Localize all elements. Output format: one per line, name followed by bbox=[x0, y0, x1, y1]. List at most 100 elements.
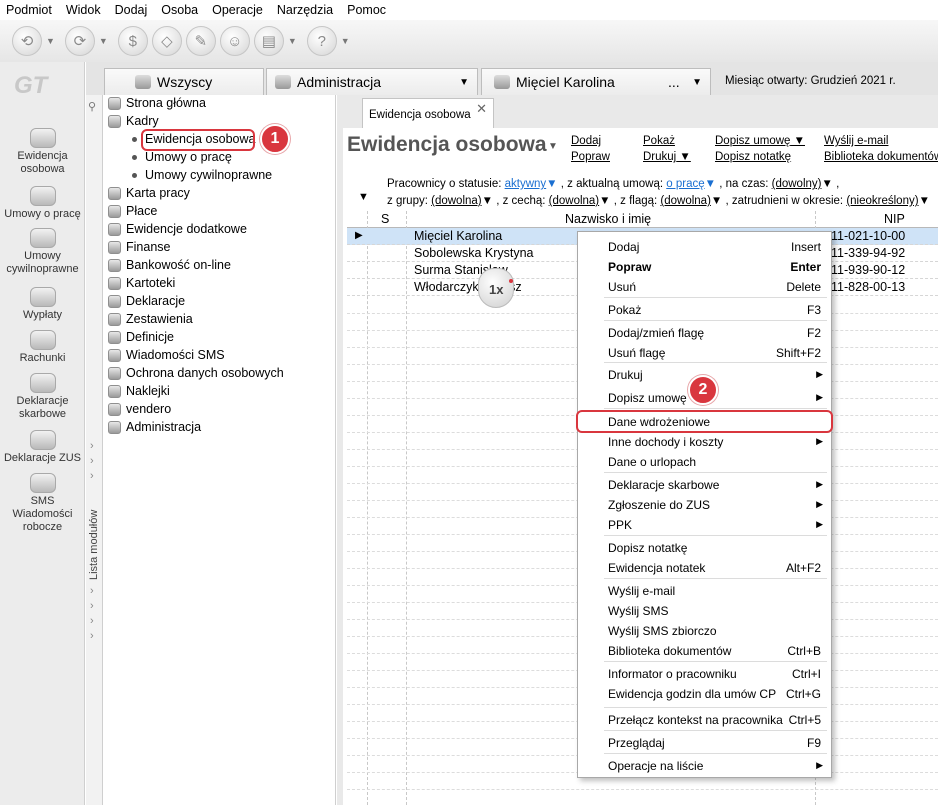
close-icon[interactable]: ✕ bbox=[476, 101, 487, 117]
sidebar-item-wyplaty[interactable]: Wypłaty bbox=[0, 287, 85, 322]
printer-icon[interactable]: ▤ bbox=[253, 26, 284, 56]
tree-item-wiadomosci-sms[interactable]: Wiadomości SMS bbox=[108, 348, 225, 362]
chevron-right-icon[interactable]: › bbox=[90, 630, 94, 642]
chevron-down-icon[interactable]: ▼ bbox=[711, 195, 722, 207]
menu-widok[interactable]: Widok bbox=[66, 3, 101, 17]
context-menu-item[interactable]: Dane o urlopach bbox=[578, 452, 831, 471]
context-menu-item[interactable]: Deklaracje skarbowe ▶ bbox=[578, 475, 831, 494]
context-menu-item[interactable]: Informator o pracowniku Ctrl+I bbox=[578, 664, 831, 683]
column-header-name[interactable]: Nazwisko i imię bbox=[565, 212, 651, 226]
tree-item-ewidencje-dodatkowe[interactable]: Ewidencje dodatkowe bbox=[108, 222, 247, 236]
tree-item-zestawienia[interactable]: Zestawienia bbox=[108, 312, 193, 326]
module-list-strip[interactable] bbox=[86, 95, 103, 805]
chevron-down-icon[interactable]: ▼ bbox=[341, 36, 350, 46]
chevron-right-icon[interactable]: › bbox=[90, 615, 94, 627]
sidebar-item-deklaracje-skarbowe[interactable]: Deklaracje skarbowe bbox=[0, 373, 85, 421]
sidebar-item-sms[interactable]: SMS Wiadomości robocze bbox=[0, 473, 85, 534]
pokaz-link[interactable]: Pokaż bbox=[643, 135, 675, 147]
column-header-s[interactable]: S bbox=[381, 212, 389, 226]
chevron-down-icon[interactable]: ▼ bbox=[546, 178, 557, 190]
context-menu-item[interactable]: Dodaj/zmień flagę F2 bbox=[578, 323, 831, 342]
people-icon[interactable]: ☺ bbox=[219, 26, 250, 56]
sidebar-item-ewidencja[interactable]: Ewidencja osobowa bbox=[0, 128, 85, 176]
sidebar-item-umowy-cywilnoprawne[interactable]: Umowy cywilnoprawne bbox=[0, 228, 85, 276]
context-menu-item[interactable]: Przełącz kontekst na pracownika Ctrl+5 bbox=[578, 710, 831, 729]
sidebar-item-deklaracje-zus[interactable]: Deklaracje ZUS bbox=[0, 430, 85, 465]
menu-pomoc[interactable]: Pomoc bbox=[347, 3, 386, 17]
context-menu-item[interactable]: Dodaj Insert bbox=[578, 237, 831, 256]
context-menu-item[interactable]: Pokaż F3 bbox=[578, 300, 831, 319]
coins-icon[interactable]: $ bbox=[117, 26, 148, 56]
context-menu-item[interactable]: Usuń flagę Shift+F2 bbox=[578, 343, 831, 362]
chevron-down-icon[interactable]: ▼ bbox=[459, 77, 469, 88]
sidebar-item-umowy-o-prace[interactable]: Umowy o pracę bbox=[0, 186, 85, 221]
chevron-down-icon[interactable]: ▼ bbox=[482, 195, 493, 207]
context-menu-item[interactable]: Wyślij SMS bbox=[578, 601, 831, 620]
context-menu-item[interactable]: Operacje na liście ▶ bbox=[578, 756, 831, 775]
tree-item-karta-pracy[interactable]: Karta pracy bbox=[108, 186, 190, 200]
column-header-nip[interactable]: NIP bbox=[884, 212, 905, 226]
context-menu-item[interactable]: Popraw Enter bbox=[578, 257, 831, 276]
sidebar-item-rachunki[interactable]: Rachunki bbox=[0, 330, 85, 365]
drukuj-link[interactable]: Drukuj ▼ bbox=[643, 151, 691, 163]
context-menu-item[interactable]: Wyślij e-mail bbox=[578, 581, 831, 600]
context-menu-item[interactable]: Usuń Delete bbox=[578, 277, 831, 296]
chevron-right-icon[interactable]: › bbox=[90, 440, 94, 452]
tree-item-umowy-o-prace[interactable]: Umowy o pracę bbox=[132, 150, 232, 164]
tree-item-deklaracje[interactable]: Deklaracje bbox=[108, 294, 185, 308]
tab-person[interactable]: Mięciel Karolina... ▼ bbox=[481, 68, 711, 95]
chevron-right-icon[interactable]: › bbox=[90, 600, 94, 612]
context-menu-item[interactable]: Inne dochody i koszty ▶ bbox=[578, 432, 831, 451]
pin-icon[interactable]: ⚲ bbox=[88, 100, 96, 113]
context-menu-item[interactable]: Ewidencja notatek Alt+F2 bbox=[578, 558, 831, 577]
chevron-down-icon[interactable]: ▼ bbox=[46, 36, 55, 46]
menu-dodaj[interactable]: Dodaj bbox=[115, 3, 148, 17]
tree-item-kadry[interactable]: Kadry bbox=[108, 114, 159, 128]
page-title[interactable]: Ewidencja osobowa bbox=[347, 133, 547, 157]
chevron-down-icon[interactable]: ▼ bbox=[821, 178, 832, 190]
more-icon[interactable]: ... bbox=[668, 74, 680, 90]
popraw-link[interactable]: Popraw bbox=[571, 151, 610, 163]
filter-grupa[interactable]: (dowolna) bbox=[431, 195, 482, 207]
chevron-down-icon[interactable]: ▼ bbox=[599, 195, 610, 207]
context-menu-item[interactable]: Zgłoszenie do ZUS ▶ bbox=[578, 495, 831, 514]
chevron-down-icon[interactable]: ▼ bbox=[919, 195, 930, 207]
tree-item-place[interactable]: Płace bbox=[108, 204, 157, 218]
chevron-right-icon[interactable]: › bbox=[90, 470, 94, 482]
context-menu-item[interactable]: PPK ▶ bbox=[578, 515, 831, 534]
filter-status[interactable]: aktywny bbox=[505, 178, 547, 190]
filter-okres[interactable]: (nieokreślony) bbox=[846, 195, 918, 207]
tree-item-ochrona-danych[interactable]: Ochrona danych osobowych bbox=[108, 366, 284, 380]
chevron-down-icon[interactable]: ▼ bbox=[548, 141, 558, 152]
tab-wszyscy[interactable]: Wszyscy bbox=[104, 68, 264, 95]
dopisz-notatke-link[interactable]: Dopisz notatkę bbox=[715, 151, 791, 163]
chevron-down-icon[interactable]: ▼ bbox=[99, 36, 108, 46]
eraser-icon[interactable]: ◇ bbox=[151, 26, 182, 56]
context-menu-item[interactable]: Ewidencja godzin dla umów CP Ctrl+G bbox=[578, 684, 831, 703]
forward-icon[interactable]: ⟳ bbox=[64, 26, 95, 56]
filter-czas[interactable]: (dowolny) bbox=[772, 178, 822, 190]
context-menu-item[interactable]: Przeglądaj F9 bbox=[578, 733, 831, 752]
help-icon[interactable]: ? bbox=[306, 26, 337, 56]
filter-flaga[interactable]: (dowolna) bbox=[660, 195, 711, 207]
wyslij-email-link[interactable]: Wyślij e-mail bbox=[824, 135, 888, 147]
tab-administracja[interactable]: Administracja ▼ bbox=[266, 68, 478, 95]
tab-ewidencja-osobowa[interactable]: Ewidencja osobowa ✕ bbox=[362, 98, 494, 128]
tree-item-kartoteki[interactable]: Kartoteki bbox=[108, 276, 175, 290]
chevron-right-icon[interactable]: › bbox=[90, 455, 94, 467]
tree-item-bankowosc[interactable]: Bankowość on-line bbox=[108, 258, 231, 272]
context-menu-item[interactable]: Biblioteka dokumentów Ctrl+B bbox=[578, 641, 831, 660]
context-menu-item[interactable]: Dopisz notatkę bbox=[578, 538, 831, 557]
menu-narzedzia[interactable]: Narzędzia bbox=[277, 3, 333, 17]
tree-item-naklejki[interactable]: Naklejki bbox=[108, 384, 170, 398]
filter-umowa[interactable]: o pracę bbox=[666, 178, 704, 190]
biblioteka-link[interactable]: Biblioteka dokumentów bbox=[824, 151, 938, 163]
menu-podmiot[interactable]: Podmiot bbox=[6, 3, 52, 17]
tree-item-administracja[interactable]: Administracja bbox=[108, 420, 201, 434]
tree-item-vendero[interactable]: vendero bbox=[108, 402, 171, 416]
dodaj-link[interactable]: Dodaj bbox=[571, 135, 601, 147]
menu-osoba[interactable]: Osoba bbox=[161, 3, 198, 17]
tree-item-definicje[interactable]: Definicje bbox=[108, 330, 174, 344]
tree-item-finanse[interactable]: Finanse bbox=[108, 240, 170, 254]
back-icon[interactable]: ⟲ bbox=[12, 26, 42, 56]
